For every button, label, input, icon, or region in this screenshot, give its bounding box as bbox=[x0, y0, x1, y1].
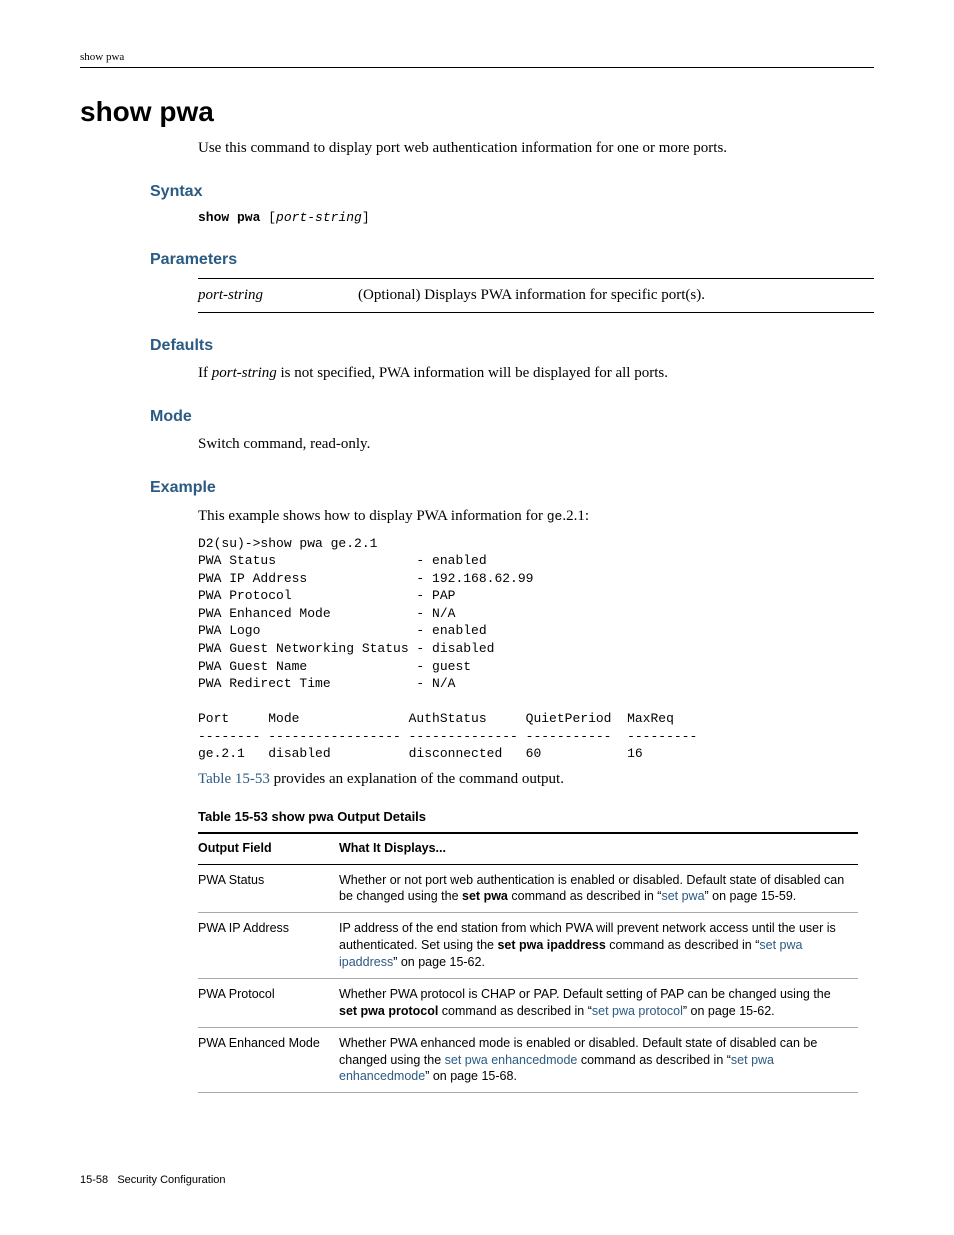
field-cell: PWA IP Address bbox=[198, 913, 339, 979]
col-output-field: Output Field bbox=[198, 833, 339, 864]
syntax-line: show pwa [port-string] bbox=[198, 209, 874, 227]
syntax-heading: Syntax bbox=[150, 181, 874, 203]
running-header-text: show pwa bbox=[80, 51, 124, 63]
link-set-pwa-protocol[interactable]: set pwa protocol bbox=[592, 1004, 683, 1018]
col-what-displays: What It Displays... bbox=[339, 833, 858, 864]
table-row: PWA Protocol Whether PWA protocol is CHA… bbox=[198, 978, 858, 1027]
desc-cell: Whether or not port web authentication i… bbox=[339, 864, 858, 913]
syntax-bracket-close: ] bbox=[362, 210, 370, 225]
running-header: show pwa bbox=[80, 50, 874, 68]
footer-section: Security Configuration bbox=[117, 1174, 225, 1186]
page-title: show pwa bbox=[80, 92, 874, 131]
link-set-pwa[interactable]: set pwa bbox=[661, 889, 704, 903]
param-name: port-string bbox=[198, 285, 358, 306]
output-table: Output Field What It Displays... PWA Sta… bbox=[198, 832, 858, 1093]
field-cell: PWA Enhanced Mode bbox=[198, 1027, 339, 1093]
mode-text: Switch command, read-only. bbox=[198, 434, 874, 455]
example-lead: This example shows how to display PWA in… bbox=[198, 506, 874, 527]
page-footer: 15-58 Security Configuration bbox=[80, 1173, 874, 1188]
link-set-pwa-enhancedmode-1[interactable]: set pwa enhancedmode bbox=[445, 1053, 578, 1067]
parameters-heading: Parameters bbox=[150, 249, 874, 271]
param-desc: (Optional) Displays PWA information for … bbox=[358, 285, 705, 306]
syntax-arg: port-string bbox=[276, 210, 362, 225]
table-row: PWA Enhanced Mode Whether PWA enhanced m… bbox=[198, 1027, 858, 1093]
defaults-text: If port-string is not specified, PWA inf… bbox=[198, 363, 874, 384]
field-cell: PWA Protocol bbox=[198, 978, 339, 1027]
field-cell: PWA Status bbox=[198, 864, 339, 913]
desc-cell: Whether PWA protocol is CHAP or PAP. Def… bbox=[339, 978, 858, 1027]
desc-cell: Whether PWA enhanced mode is enabled or … bbox=[339, 1027, 858, 1093]
footer-page: 15-58 bbox=[80, 1174, 108, 1186]
table-caption: Table 15-53 show pwa Output Details bbox=[198, 808, 874, 826]
table-ref-link[interactable]: Table 15-53 bbox=[198, 771, 270, 787]
intro-text: Use this command to display port web aut… bbox=[198, 138, 874, 159]
mode-heading: Mode bbox=[150, 406, 874, 428]
example-after: Table 15-53 provides an explanation of t… bbox=[198, 769, 874, 790]
example-code: D2(su)->show pwa ge.2.1 PWA Status - ena… bbox=[198, 535, 874, 763]
example-heading: Example bbox=[150, 477, 874, 499]
syntax-bracket-open: [ bbox=[268, 210, 276, 225]
syntax-cmd: show pwa bbox=[198, 210, 260, 225]
table-row: PWA IP Address IP address of the end sta… bbox=[198, 913, 858, 979]
table-row: PWA Status Whether or not port web authe… bbox=[198, 864, 858, 913]
parameters-row: port-string (Optional) Displays PWA info… bbox=[198, 278, 874, 313]
desc-cell: IP address of the end station from which… bbox=[339, 913, 858, 979]
defaults-heading: Defaults bbox=[150, 335, 874, 357]
